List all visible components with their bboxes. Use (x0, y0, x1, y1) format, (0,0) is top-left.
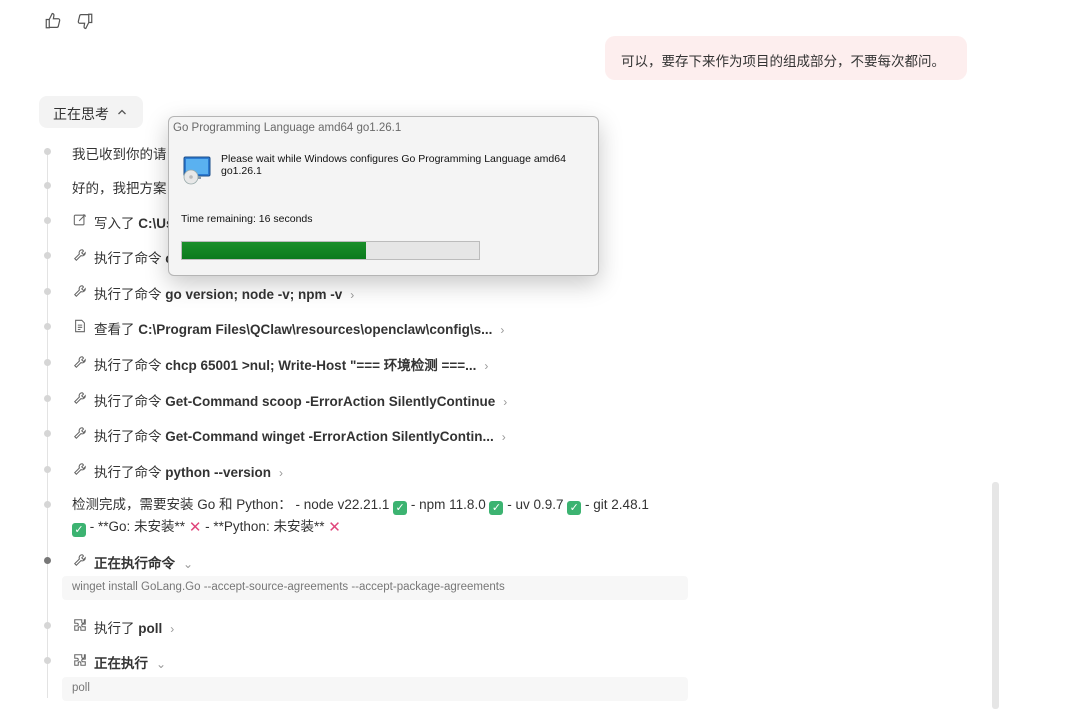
timeline-dot-active (44, 557, 51, 564)
step-text: 我已收到你的请 (72, 147, 167, 162)
chevron-right-icon: › (500, 323, 505, 337)
timeline-dot (44, 466, 51, 473)
plugin-icon (73, 653, 87, 667)
thinking-label: 正在思考 (53, 106, 109, 122)
user-message-bubble: 可以，要存下来作为项目的组成部分，不要每次都问。 (605, 36, 967, 80)
install-progress-bar (181, 241, 480, 260)
chevron-right-icon: › (501, 430, 506, 444)
step-prefix: 执行了命令 (94, 251, 162, 266)
detection-python: - **Python: 未安装** (205, 519, 325, 534)
check-icon: ✓ (489, 501, 504, 515)
command-text: winget install GoLang.Go --accept-source… (72, 581, 505, 593)
poll-target: poll (138, 621, 163, 636)
thinking-toggle[interactable]: 正在思考 (39, 96, 143, 128)
poll-prefix: 执行了 (94, 621, 135, 636)
chevron-right-icon: › (279, 466, 284, 480)
step-target: python --version (165, 465, 272, 480)
cross-icon: ✕ (188, 519, 202, 536)
detection-go: - **Go: 未安装** (89, 519, 186, 534)
installer-dialog[interactable]: Go Programming Language amd64 go1.26.1 P… (168, 116, 599, 276)
detection-git: - git 2.48.1 (585, 497, 649, 512)
chevron-up-icon (118, 109, 126, 115)
command-text: poll (72, 682, 90, 694)
plugin-icon (73, 618, 87, 632)
step-prefix: 执行了命令 (94, 429, 162, 444)
check-icon: ✓ (393, 501, 408, 515)
step-target: C:\Program Files\QClaw\resources\opencla… (138, 322, 493, 337)
wrench-icon (73, 355, 87, 369)
timeline-line (47, 148, 48, 698)
timeline-dot (44, 657, 51, 664)
user-message-text: 可以，要存下来作为项目的组成部分，不要每次都问。 (621, 54, 945, 69)
command-box: poll (62, 677, 688, 701)
step-target: Get-Command scoop -ErrorAction SilentlyC… (165, 394, 496, 409)
timeline-dot (44, 430, 51, 437)
step-prefix: 执行了命令 (94, 287, 162, 302)
check-icon: ✓ (72, 523, 86, 537)
step-prefix: 执行了命令 (94, 394, 162, 409)
edit-icon (73, 213, 87, 227)
timeline-dot (44, 182, 51, 189)
step-target: Get-Command winget -ErrorAction Silently… (165, 429, 494, 444)
wrench-icon (73, 284, 87, 298)
file-icon (73, 319, 87, 333)
running-label: 正在执行 (94, 656, 148, 671)
timeline-dot (44, 359, 51, 366)
wrench-icon (73, 391, 87, 405)
chevron-right-icon: › (484, 359, 489, 373)
wrench-icon (73, 426, 87, 440)
running-command-label: 正在执行命令 (94, 556, 175, 571)
dialog-title: Go Programming Language amd64 go1.26.1 (173, 122, 402, 134)
chevron-right-icon: › (350, 288, 355, 302)
timeline-dot (44, 323, 51, 330)
detection-npm: - npm 11.8.0 (410, 497, 486, 512)
chevron-down-icon: ⌄ (156, 657, 167, 671)
timeline-dot (44, 288, 51, 295)
time-remaining: Time remaining: 16 seconds (181, 213, 313, 225)
chevron-down-icon: ⌄ (183, 557, 194, 571)
detection-line: 检测完成，需要安装 Go 和 Python： - node v22.21.1 (72, 497, 390, 512)
wrench-icon (73, 248, 87, 262)
chevron-right-icon: › (503, 395, 508, 409)
step-text: 好的，我把方案 (72, 181, 167, 196)
step-target: chcp 65001 >nul; Write-Host "=== 环境检测 ==… (165, 358, 477, 373)
step-prefix: 执行了命令 (94, 358, 162, 373)
wrench-icon (73, 462, 87, 476)
progress-fill (182, 242, 367, 259)
installer-cd-icon (183, 156, 211, 185)
dialog-message: Please wait while Windows configures Go … (221, 153, 566, 177)
timeline-dot (44, 395, 51, 402)
step-prefix: 写入了 (94, 216, 135, 231)
scrollbar[interactable] (992, 482, 999, 709)
chevron-right-icon: › (170, 622, 175, 636)
step-prefix: 执行了命令 (94, 465, 162, 480)
cross-icon: ✕ (328, 519, 341, 536)
detection-uv: - uv 0.9.7 (507, 497, 564, 512)
check-icon: ✓ (567, 501, 582, 515)
timeline-dot (44, 622, 51, 629)
timeline-dot (44, 501, 51, 508)
thumbs-up-icon[interactable] (44, 12, 62, 30)
timeline-dot (44, 217, 51, 224)
step-prefix: 查看了 (94, 322, 135, 337)
timeline-dot (44, 252, 51, 259)
command-box: winget install GoLang.Go --accept-source… (62, 576, 688, 600)
wrench-icon (73, 553, 87, 567)
timeline-dot (44, 148, 51, 155)
thumbs-down-icon[interactable] (76, 12, 94, 30)
step-target: go version; node -v; npm -v (165, 287, 343, 302)
